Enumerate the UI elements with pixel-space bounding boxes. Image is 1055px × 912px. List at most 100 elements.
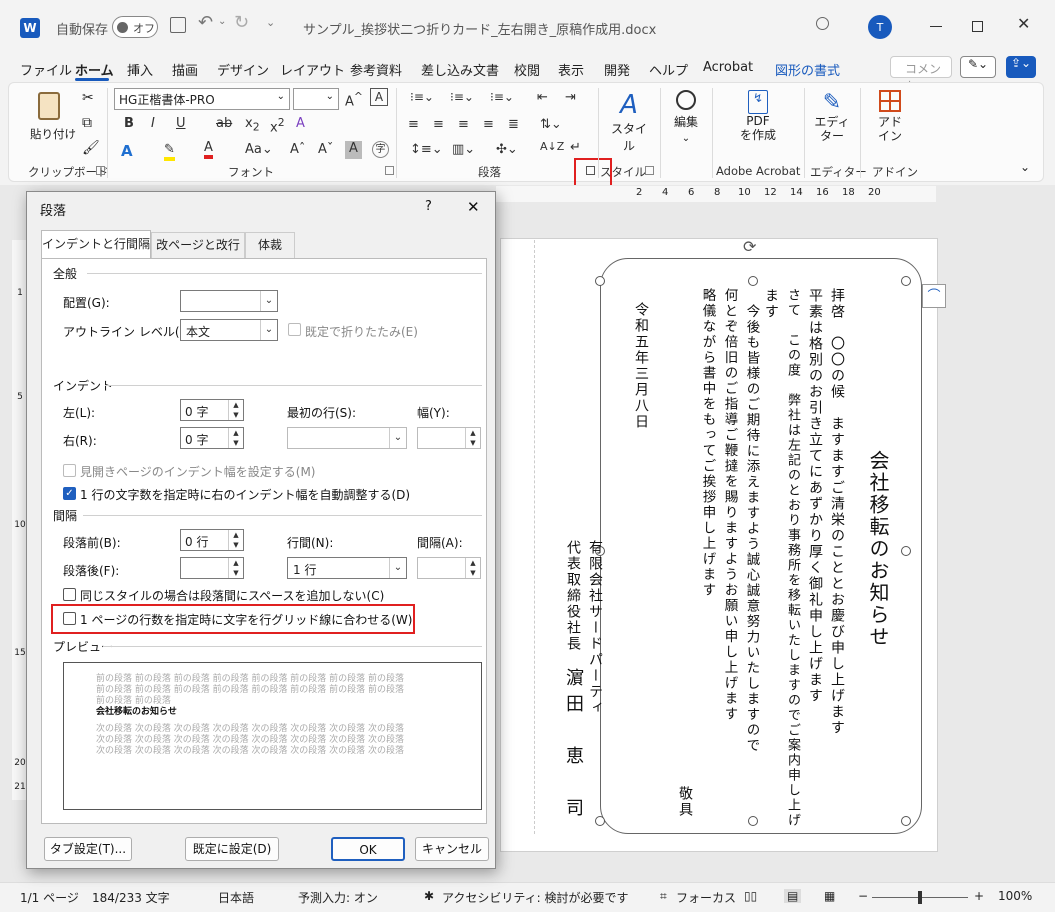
menu-layout[interactable]: レイアウト [280, 60, 345, 79]
sort-icon[interactable]: A↓Z [540, 140, 564, 153]
minimize-icon[interactable] [930, 26, 942, 27]
spacing-at-input[interactable]: ▲ ▼ [417, 557, 481, 579]
borders-icon[interactable]: ✣⌄ [496, 142, 518, 157]
paste-button[interactable]: 貼り付け [30, 90, 76, 150]
menu-home[interactable]: ホーム [75, 60, 114, 79]
tab-indent-spacing[interactable]: インデントと行間隔 [41, 230, 151, 258]
rotate-handle-icon[interactable]: ⟳ [743, 237, 756, 256]
menu-file[interactable]: ファイル [20, 60, 72, 79]
font-launcher-icon[interactable] [385, 166, 394, 175]
styles-launcher-icon[interactable] [645, 166, 654, 175]
right-indent-input[interactable]: 0 字 ▲ ▼ [180, 427, 244, 449]
menu-review[interactable]: 校閲 [514, 60, 540, 79]
indent-width-input[interactable]: ▲ ▼ [417, 427, 481, 449]
create-pdf-button[interactable]: ↯ PDF を作成 [736, 90, 780, 154]
status-page[interactable]: 1/1 ページ [20, 889, 79, 906]
clipboard-launcher-icon[interactable] [96, 166, 105, 175]
enclose-char-icon[interactable]: 字 [372, 141, 389, 158]
status-focus[interactable]: フォーカス [676, 889, 736, 906]
numbering-icon[interactable]: ⁝≡⌄ [450, 90, 474, 104]
paragraph-launcher-icon[interactable] [586, 166, 595, 175]
collapse-checkbox[interactable] [288, 323, 301, 336]
ok-button[interactable]: OK [331, 837, 405, 861]
clear-format-icon[interactable]: A [370, 88, 388, 106]
status-predict[interactable]: 予測入力: オン [298, 889, 378, 906]
resize-handle[interactable] [901, 816, 911, 826]
zoom-out-icon[interactable]: − [858, 889, 868, 903]
status-words[interactable]: 184/233 文字 [92, 889, 170, 906]
help-button[interactable]: ? [425, 199, 432, 214]
redo-icon[interactable]: ↻ [234, 12, 249, 33]
close-icon[interactable]: ✕ [1017, 14, 1030, 33]
align-center-icon[interactable]: ≡ [433, 117, 444, 132]
font-name-select[interactable]: HG正楷書体-PRO ⌄ [114, 88, 290, 110]
customize-qat-icon[interactable]: ⌄ [266, 16, 275, 29]
avatar[interactable]: T [868, 15, 892, 39]
shading-icon[interactable]: ▥⌄ [452, 142, 475, 157]
distribute-icon[interactable]: ≣ [508, 117, 519, 132]
cancel-button[interactable]: キャンセル [415, 837, 489, 861]
left-indent-input[interactable]: 0 字 ▲ ▼ [180, 399, 244, 421]
auto-adjust-checkbox[interactable]: ✓ [63, 487, 76, 500]
zoom-slider-thumb[interactable] [918, 891, 922, 904]
web-layout-icon[interactable]: ▦ [824, 889, 835, 903]
align-right-icon[interactable]: ≡ [458, 117, 469, 132]
autosave-toggle[interactable]: オフ [112, 16, 158, 38]
resize-handle[interactable] [901, 546, 911, 556]
comment-button[interactable]: コメント [890, 56, 952, 93]
zoom-in-icon[interactable]: + [974, 889, 984, 903]
set-default-button[interactable]: 既定に設定(D) [185, 837, 279, 861]
undo-icon[interactable]: ↶ [198, 12, 213, 33]
space-after-input[interactable]: ▲ ▼ [180, 557, 244, 579]
increase-indent-icon[interactable]: ⇥ [565, 90, 576, 105]
share-button[interactable]: ⇪⌄ [1006, 56, 1036, 78]
subscript-icon[interactable]: x2 [245, 116, 260, 134]
accessibility-icon[interactable]: ✱ [424, 889, 434, 903]
resize-handle[interactable] [595, 816, 605, 826]
styles-button[interactable]: A スタイル [608, 90, 650, 156]
multilevel-icon[interactable]: ⁝≡⌄ [490, 90, 514, 104]
font-color-icon[interactable]: A [204, 140, 213, 159]
resize-handle[interactable] [595, 276, 605, 286]
outline-level-select[interactable]: 本文 ⌄ [180, 319, 278, 341]
text-effect-icon[interactable]: A [121, 142, 133, 160]
status-language[interactable]: 日本語 [218, 889, 254, 906]
resize-handle[interactable] [748, 816, 758, 826]
save-icon[interactable] [170, 17, 186, 33]
undo-dropdown-icon[interactable]: ⌄ [218, 16, 226, 27]
zoom-level[interactable]: 100% [998, 889, 1032, 903]
justify-icon[interactable]: ≡ [483, 117, 494, 132]
ribbon-collapse-icon[interactable]: ⌄ [1020, 160, 1030, 174]
strikethrough-icon[interactable]: ab [216, 116, 232, 131]
menu-mailings[interactable]: 差し込み文書 [421, 60, 499, 79]
bullets-icon[interactable]: ⁝≡⌄ [410, 90, 434, 104]
tabs-button[interactable]: タブ設定(T)... [44, 837, 132, 861]
alignment-select[interactable]: ⌄ [180, 290, 278, 312]
line-spacing-select[interactable]: 1 行 ⌄ [287, 557, 407, 579]
snap-to-grid-checkbox[interactable] [63, 612, 76, 625]
kana-icon[interactable]: Aˆ [290, 142, 305, 157]
print-layout-icon[interactable]: ▤ [784, 889, 802, 903]
align-left-icon[interactable]: ≡ [408, 117, 419, 132]
document-title[interactable]: サンプル_挨拶状二つ折りカード_左右開き_原稿作成用.docx [303, 19, 656, 38]
focus-icon[interactable]: ⌗ [660, 889, 667, 904]
search-icon[interactable] [816, 17, 829, 30]
copy-icon[interactable]: ⧉ [82, 115, 92, 131]
menu-insert[interactable]: 挿入 [127, 60, 153, 79]
layout-options-icon[interactable]: ⌒ [922, 284, 946, 308]
menu-draw[interactable]: 描画 [172, 60, 198, 79]
bold-icon[interactable]: B [124, 116, 134, 131]
resize-handle[interactable] [748, 276, 758, 286]
menu-help[interactable]: ヘルプ [649, 60, 688, 79]
char-border-icon[interactable]: Aˇ [318, 142, 333, 157]
grow-font-icon[interactable]: A^ [345, 90, 363, 109]
char-shading-icon[interactable]: A [345, 141, 362, 159]
read-mode-icon[interactable]: ▯▯ [744, 889, 757, 903]
text-effects-icon[interactable]: A [296, 116, 305, 131]
menu-shape-format[interactable]: 図形の書式 [775, 60, 840, 79]
menu-developer[interactable]: 開発 [604, 60, 630, 79]
no-space-same-style-checkbox[interactable] [63, 588, 76, 601]
menu-view[interactable]: 表示 [558, 60, 584, 79]
show-marks-icon[interactable]: ↵ [570, 140, 581, 155]
font-size-select[interactable]: ⌄ [293, 88, 339, 110]
